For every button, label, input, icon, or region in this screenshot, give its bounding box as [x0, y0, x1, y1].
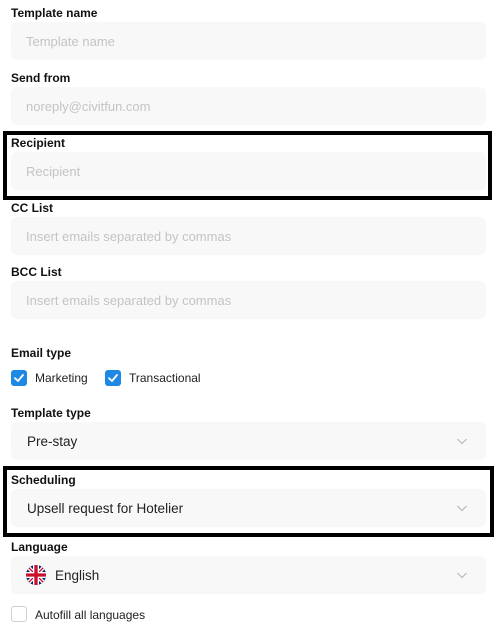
- checkmark-icon: [14, 374, 24, 382]
- scheduling-value: Upsell request for Hotelier: [27, 500, 184, 516]
- template-name-placeholder: Template name: [26, 33, 115, 49]
- cc-list-placeholder: Insert emails separated by commas: [26, 228, 232, 244]
- uk-flag-icon: [26, 565, 46, 585]
- cc-list-label: CC List: [11, 201, 53, 215]
- marketing-checkbox[interactable]: [11, 370, 27, 386]
- language-label: Language: [11, 540, 68, 554]
- template-type-select[interactable]: Pre-stay: [11, 422, 486, 460]
- bcc-list-label: BCC List: [11, 265, 62, 279]
- language-select[interactable]: English: [11, 556, 486, 594]
- send-from-placeholder: noreply@civitfun.com: [26, 98, 151, 114]
- marketing-checkbox-label: Marketing: [35, 371, 88, 385]
- scheduling-select[interactable]: Upsell request for Hotelier: [11, 489, 486, 527]
- template-type-value: Pre-stay: [27, 433, 78, 449]
- transactional-checkbox[interactable]: [105, 370, 121, 386]
- autofill-checkbox-label: Autofill all languages: [35, 608, 146, 622]
- template-type-label: Template type: [11, 406, 91, 420]
- cc-list-input[interactable]: Insert emails separated by commas: [11, 217, 486, 255]
- recipient-placeholder: Recipient: [26, 163, 81, 179]
- chevron-down-icon: [457, 438, 467, 445]
- autofill-checkbox[interactable]: [11, 606, 27, 622]
- send-from-input[interactable]: noreply@civitfun.com: [11, 87, 486, 125]
- recipient-label: Recipient: [11, 136, 66, 150]
- recipient-input[interactable]: Recipient: [11, 152, 486, 190]
- bcc-list-input[interactable]: Insert emails separated by commas: [11, 281, 486, 319]
- chevron-down-icon: [457, 505, 467, 512]
- checkmark-icon: [108, 374, 118, 382]
- scheduling-label: Scheduling: [11, 473, 76, 487]
- transactional-checkbox-label: Transactional: [129, 371, 201, 385]
- template-name-input[interactable]: Template name: [11, 22, 486, 60]
- language-value: English: [55, 567, 100, 583]
- chevron-down-icon: [457, 572, 467, 579]
- send-from-label: Send from: [11, 71, 71, 85]
- template-name-label: Template name: [11, 6, 98, 20]
- email-type-label: Email type: [11, 346, 72, 360]
- bcc-list-placeholder: Insert emails separated by commas: [26, 292, 232, 308]
